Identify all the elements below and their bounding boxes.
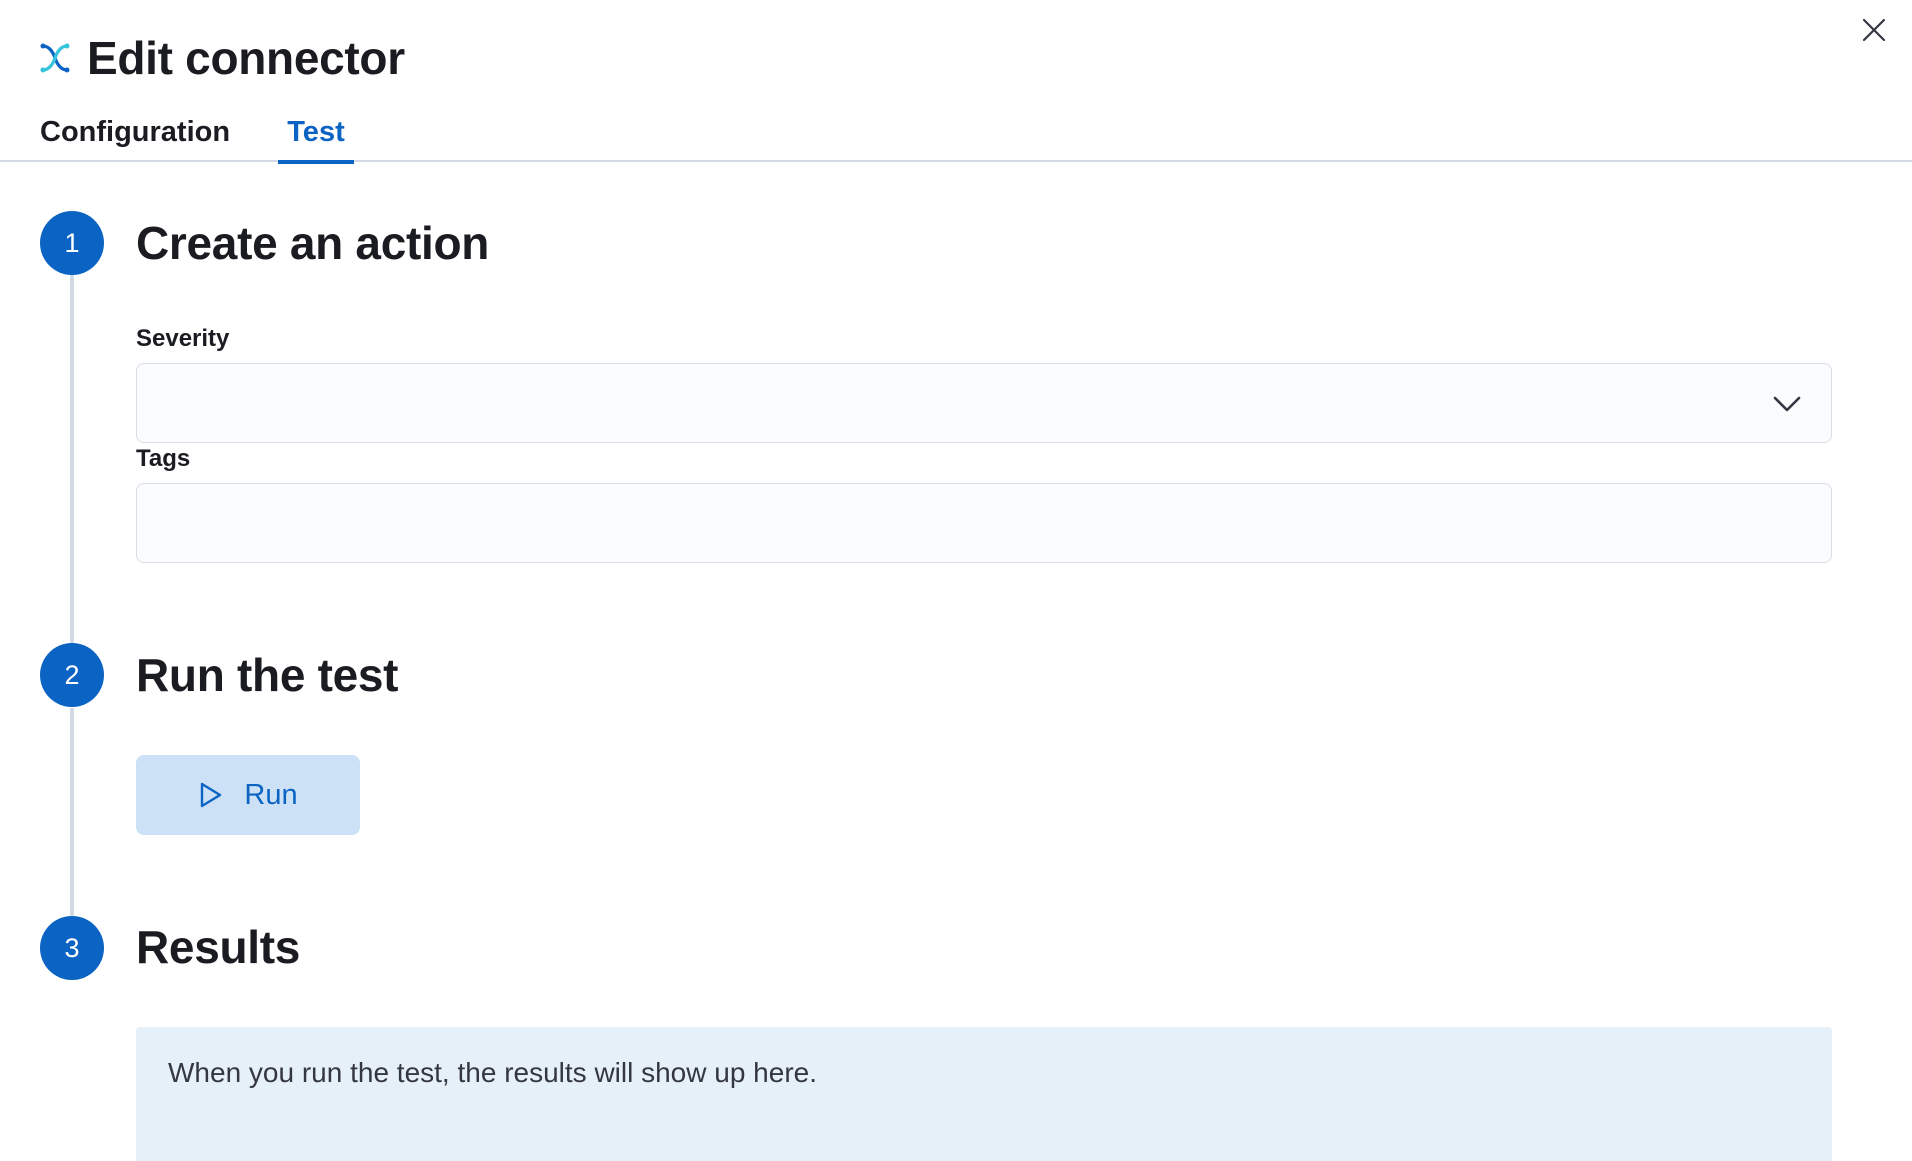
- severity-label: Severity: [136, 325, 230, 352]
- chevron-down-icon: [1773, 390, 1801, 418]
- close-icon: [1862, 18, 1886, 42]
- connector-logo-icon: [39, 42, 71, 74]
- run-button-label: Run: [244, 778, 298, 811]
- page-title: Edit connector: [87, 32, 405, 84]
- step-number-2: 2: [40, 643, 104, 707]
- tab-configuration[interactable]: Configuration: [40, 96, 240, 162]
- step-title-run-test: Run the test: [136, 649, 399, 701]
- results-message: When you run the test, the results will …: [168, 1057, 817, 1088]
- step-connector-line: [70, 708, 74, 916]
- results-panel: When you run the test, the results will …: [136, 1027, 1832, 1161]
- play-icon: [198, 781, 226, 809]
- flyout-header: Edit connector: [39, 28, 405, 88]
- step-number-1: 1: [40, 211, 104, 275]
- tags-label: Tags: [136, 445, 191, 472]
- step-number-3: 3: [40, 916, 104, 980]
- tab-bar: Configuration Test: [0, 96, 1912, 164]
- step-connector-line: [70, 272, 74, 643]
- tags-input[interactable]: [136, 483, 1832, 563]
- run-button[interactable]: Run: [136, 755, 360, 835]
- tab-test[interactable]: Test: [278, 96, 354, 164]
- severity-select[interactable]: [136, 363, 1832, 443]
- close-button[interactable]: [1854, 10, 1894, 50]
- step-title-create-action: Create an action: [136, 217, 490, 269]
- step-title-results: Results: [136, 921, 301, 973]
- edit-connector-flyout: Edit connector Configuration Test 1 Crea…: [0, 0, 1912, 1161]
